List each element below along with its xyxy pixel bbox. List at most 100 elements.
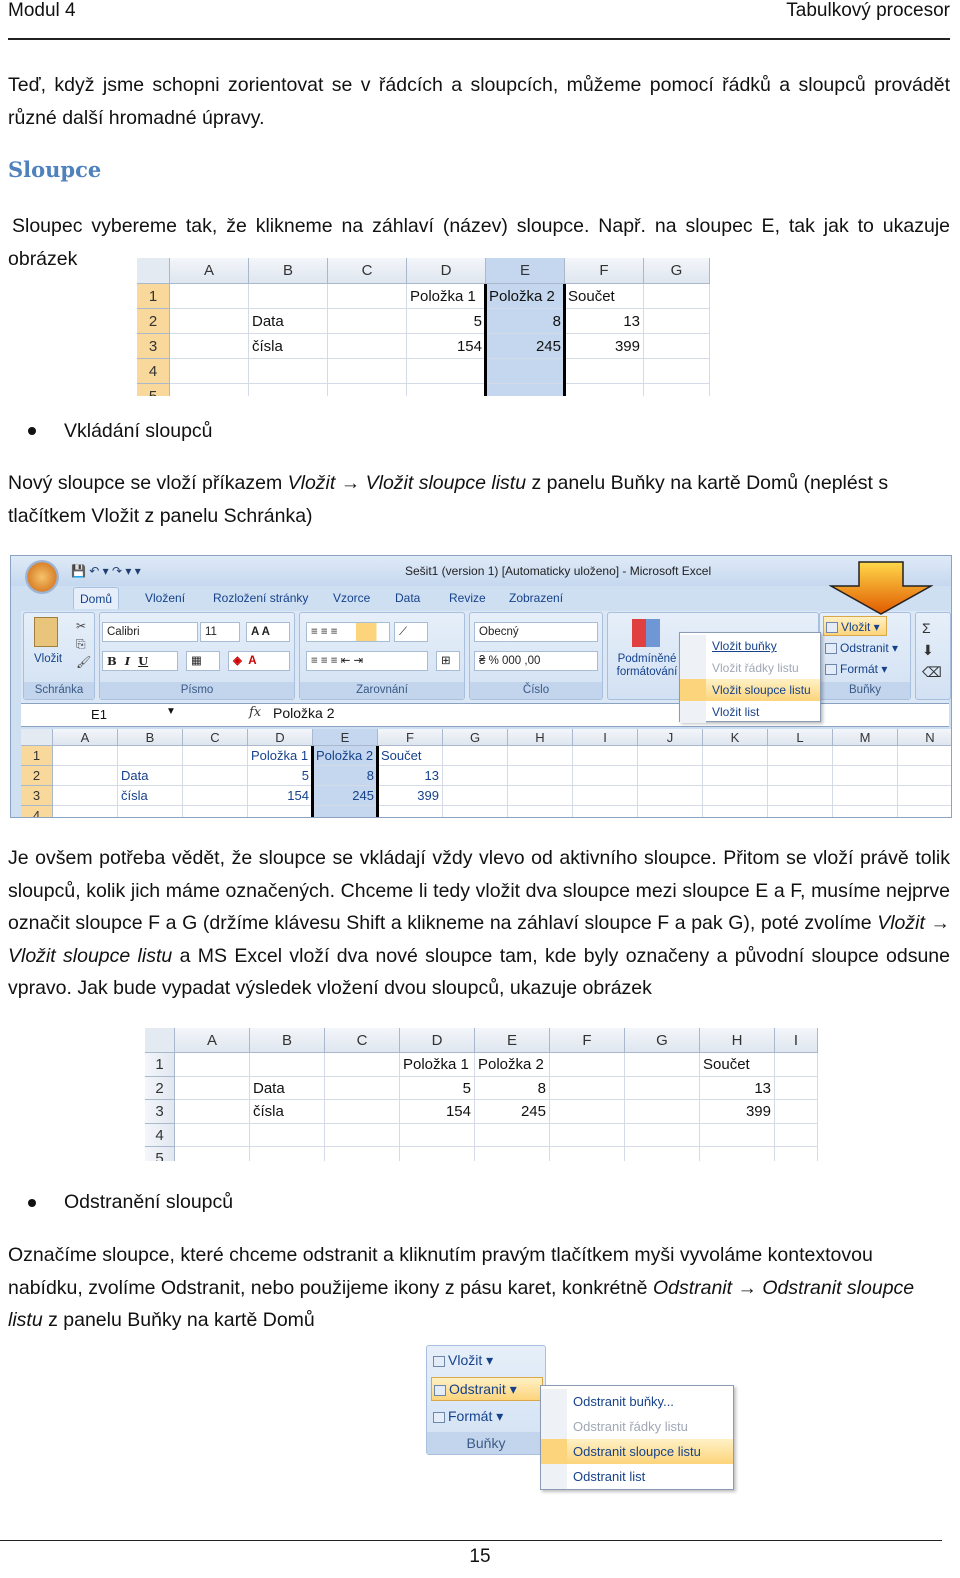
cell-a2[interactable]: [170, 309, 249, 334]
cell-c3[interactable]: [325, 1100, 400, 1124]
bold-italic-underline-buttons[interactable]: B I U: [102, 651, 178, 671]
row-header[interactable]: 5: [137, 384, 170, 396]
name-box[interactable]: E1: [23, 705, 175, 725]
row-header[interactable]: 3: [137, 334, 170, 359]
cell-e3[interactable]: 245: [486, 334, 565, 359]
quick-access-toolbar[interactable]: 💾 ↶ ▾ ↷ ▾ ▾: [71, 564, 141, 578]
column-header-b[interactable]: B: [249, 258, 328, 284]
column-header-a[interactable]: A: [170, 258, 249, 284]
cell-k3[interactable]: [703, 786, 768, 806]
column-header-m[interactable]: M: [833, 729, 898, 746]
formula-input[interactable]: Položka 2: [273, 705, 334, 721]
column-header-e[interactable]: E: [475, 1028, 550, 1053]
row-header[interactable]: 2: [21, 766, 53, 786]
column-header-h[interactable]: H: [508, 729, 573, 746]
cell-c3[interactable]: [183, 786, 248, 806]
cell-f4[interactable]: [550, 1123, 625, 1147]
cell-b1[interactable]: [250, 1053, 325, 1077]
cell-i4[interactable]: [573, 806, 638, 817]
row-header[interactable]: 1: [145, 1053, 175, 1077]
cell-l2[interactable]: [768, 766, 833, 786]
cell-c5[interactable]: [328, 384, 407, 396]
tab-revize[interactable]: Revize: [443, 587, 492, 609]
paste-icon[interactable]: [34, 617, 58, 647]
cell-n2[interactable]: [898, 766, 951, 786]
cell-e4[interactable]: [486, 359, 565, 384]
cell-a4[interactable]: [53, 806, 118, 817]
tab-data[interactable]: Data: [389, 587, 426, 609]
column-header-a[interactable]: A: [175, 1028, 250, 1053]
cell-e1[interactable]: Položka 2: [486, 284, 565, 309]
column-header-d[interactable]: D: [400, 1028, 475, 1053]
conditional-formatting-icon[interactable]: [632, 619, 660, 647]
cell-b3[interactable]: čísla: [250, 1100, 325, 1124]
column-header-g[interactable]: G: [443, 729, 508, 746]
column-header-n[interactable]: N: [898, 729, 951, 746]
insert-function-button[interactable]: fx: [249, 705, 261, 720]
select-all-corner[interactable]: [145, 1028, 175, 1053]
borders-button[interactable]: ▦: [186, 651, 220, 671]
orientation-button[interactable]: ⟋: [394, 622, 428, 642]
cell-l1[interactable]: [768, 746, 833, 766]
cell-f5[interactable]: [565, 384, 644, 396]
column-header-j[interactable]: J: [638, 729, 703, 746]
cell-c4[interactable]: [328, 359, 407, 384]
cell-n3[interactable]: [898, 786, 951, 806]
cell-f2[interactable]: 13: [565, 309, 644, 334]
cell-m4[interactable]: [833, 806, 898, 817]
cell-f3[interactable]: 399: [565, 334, 644, 359]
cell-h4[interactable]: [508, 806, 573, 817]
row-header[interactable]: 4: [21, 806, 53, 817]
row-header[interactable]: 1: [137, 284, 170, 309]
cell-d1[interactable]: Položka 1: [400, 1053, 475, 1077]
column-header-l[interactable]: L: [768, 729, 833, 746]
menu-insert-columns[interactable]: Vložit sloupce listu: [680, 679, 820, 701]
cell-f1[interactable]: Součet: [565, 284, 644, 309]
cell-b1[interactable]: [249, 284, 328, 309]
cell-a4[interactable]: [170, 359, 249, 384]
column-header-i[interactable]: I: [775, 1028, 818, 1053]
cell-a1[interactable]: [170, 284, 249, 309]
cell-e4[interactable]: [475, 1123, 550, 1147]
cell-d4[interactable]: [407, 359, 486, 384]
cell-c4[interactable]: [325, 1123, 400, 1147]
paste-button[interactable]: Vložit: [34, 653, 62, 665]
cell-d5[interactable]: [407, 384, 486, 396]
cell-f4[interactable]: [565, 359, 644, 384]
cell-g4[interactable]: [644, 359, 710, 384]
cell-l4[interactable]: [768, 806, 833, 817]
cell-g4[interactable]: [625, 1123, 700, 1147]
tab-vložení[interactable]: Vložení: [139, 587, 191, 609]
cell-c2[interactable]: [328, 309, 407, 334]
cell-f1[interactable]: Součet: [378, 746, 443, 766]
cell-g2[interactable]: [644, 309, 710, 334]
menu-delete-columns[interactable]: Odstranit sloupce listu: [541, 1439, 733, 1464]
cell-i1[interactable]: [775, 1053, 818, 1077]
cell-b2[interactable]: Data: [118, 766, 183, 786]
column-header-d[interactable]: D: [407, 258, 486, 284]
column-header-d[interactable]: D: [248, 729, 313, 746]
clipboard-icons[interactable]: ✂ ⎘ 🖌: [76, 617, 91, 671]
cell-f4[interactable]: [378, 806, 443, 817]
cell-e2[interactable]: 8: [475, 1076, 550, 1100]
cell-i2[interactable]: [573, 766, 638, 786]
cell-d1[interactable]: Položka 1: [407, 284, 486, 309]
column-header-c[interactable]: C: [325, 1028, 400, 1053]
column-header-f[interactable]: F: [550, 1028, 625, 1053]
cell-h4[interactable]: [700, 1123, 775, 1147]
cell-b4[interactable]: [249, 359, 328, 384]
cell-e2[interactable]: 8: [313, 766, 378, 786]
cell-k2[interactable]: [703, 766, 768, 786]
cell-h1[interactable]: Součet: [700, 1053, 775, 1077]
cell-h5[interactable]: [700, 1147, 775, 1161]
cell-b3[interactable]: čísla: [118, 786, 183, 806]
row-header[interactable]: 4: [137, 359, 170, 384]
menu-insert-rows[interactable]: Vložit řádky listu: [680, 657, 820, 679]
cell-f3[interactable]: [550, 1100, 625, 1124]
cell-c4[interactable]: [183, 806, 248, 817]
cell-g3[interactable]: [625, 1100, 700, 1124]
row-header[interactable]: 5: [145, 1147, 175, 1161]
fill-font-color-buttons[interactable]: ◈ A: [228, 651, 290, 671]
cell-c1[interactable]: [328, 284, 407, 309]
cell-d3[interactable]: 154: [400, 1100, 475, 1124]
